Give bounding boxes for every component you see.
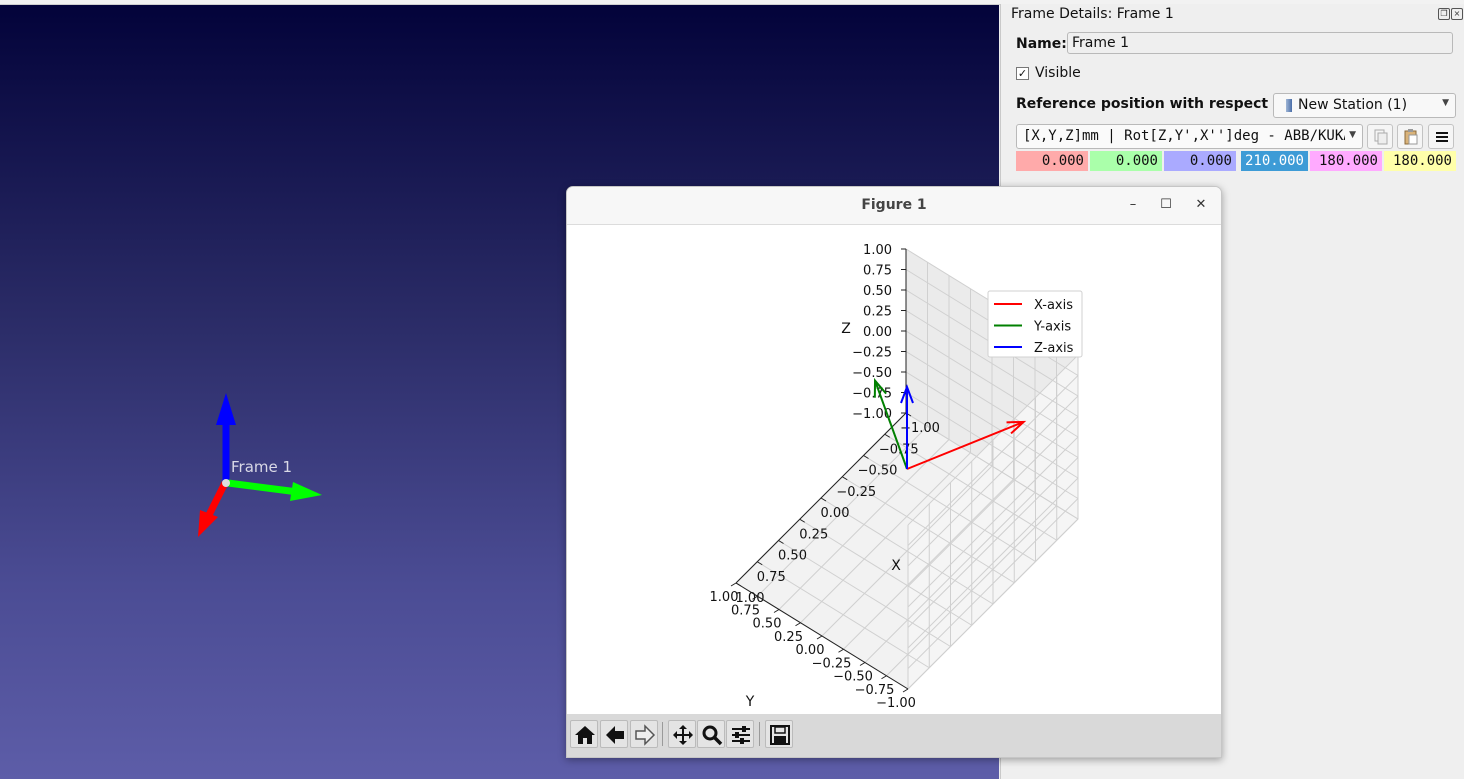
chevron-down-icon: ▼	[1349, 130, 1356, 140]
menu-icon	[1436, 132, 1448, 142]
z-tick-label: 0.00	[863, 325, 892, 340]
legend-label: Z-axis	[1034, 341, 1074, 356]
x-tick-label: −0.50	[858, 464, 898, 479]
save-button[interactable]	[765, 720, 793, 748]
chevron-down-icon: ▼	[1442, 98, 1449, 108]
viewport-y-axis	[227, 479, 299, 496]
figure-titlebar[interactable]: Figure 1 – ☐ ✕	[567, 187, 1221, 225]
y-tick-label: −0.50	[833, 670, 873, 685]
y-axis-label: Y	[745, 694, 755, 710]
x-tick-label: 0.50	[778, 549, 807, 564]
figure-window: Figure 1 – ☐ ✕ −1.00 −0.75 −0.50 −0.25 0.00 0…	[566, 186, 1222, 758]
z-tick-label: −0.25	[852, 346, 892, 361]
reference-label: Reference position with respect to:	[1016, 96, 1295, 112]
figure-toolbar	[567, 714, 1221, 757]
y-tick-label: 1.00	[710, 590, 739, 605]
z-tick-label: −0.75	[852, 387, 892, 402]
forward-button[interactable]	[630, 720, 658, 748]
y-tick-label: 0.75	[731, 603, 760, 618]
y-tick	[859, 662, 866, 666]
pose-rx-value[interactable]: 180.000	[1384, 151, 1456, 171]
panel-title: Frame Details: Frame 1	[1011, 6, 1174, 22]
y-tick-label: −1.00	[876, 696, 916, 711]
y-tick-label: −0.75	[855, 683, 895, 698]
viewport-y-arrowhead	[290, 482, 322, 501]
pose-x-value[interactable]: 0.000	[1016, 151, 1088, 171]
float-panel-icon[interactable]: ❐	[1438, 8, 1450, 20]
configure-subplots-button[interactable]	[726, 720, 754, 748]
y-tick	[795, 622, 801, 627]
y-tick-label: 0.00	[796, 643, 825, 658]
configure-subplots-icon	[732, 726, 750, 744]
pan-button[interactable]	[668, 720, 696, 748]
viewport-origin	[222, 479, 230, 487]
z-tick-label: 0.50	[863, 284, 892, 299]
pose-format-value: [X,Y,Z]mm | Rot[Z,Y',X'']deg - ABB/KUKA	[1023, 128, 1345, 144]
close-window-button[interactable]: ✕	[1191, 195, 1211, 215]
3d-plot[interactable]: −1.00−0.75−0.50−0.250.000.250.500.751.00…	[567, 225, 1221, 714]
z-tick-label: 0.25	[863, 305, 892, 320]
zoom-button[interactable]	[697, 720, 725, 748]
minimize-button[interactable]: –	[1123, 195, 1143, 215]
reference-dropdown[interactable]: New Station (1) ▼	[1273, 93, 1456, 118]
zoom-icon	[702, 725, 723, 746]
z-axis-label: Z	[841, 321, 851, 337]
y-tick	[902, 688, 909, 693]
legend-label: Y-axis	[1033, 320, 1071, 335]
x-axis-label: X	[891, 558, 901, 574]
back-icon	[606, 726, 624, 744]
name-input[interactable]	[1067, 32, 1453, 54]
station-icon	[1286, 99, 1292, 112]
y-tick	[730, 582, 737, 587]
name-label: Name:	[1016, 36, 1067, 52]
y-tick	[881, 675, 887, 680]
home-button[interactable]	[570, 720, 598, 748]
reference-dropdown-value: New Station (1)	[1298, 97, 1408, 113]
pose-y-value[interactable]: 0.000	[1090, 151, 1162, 171]
toolbar-separator	[759, 722, 760, 746]
home-icon	[575, 726, 595, 744]
toolbar-separator	[662, 722, 663, 746]
paste-pose-button[interactable]	[1397, 124, 1423, 149]
viewport-x-axis	[205, 481, 229, 517]
close-panel-icon[interactable]: ×	[1451, 8, 1463, 20]
viewport-x-arrowhead	[198, 510, 218, 537]
pose-z-value[interactable]: 0.000	[1164, 151, 1236, 171]
legend-label: X-axis	[1034, 298, 1073, 313]
x-tick-label: 0.25	[799, 527, 828, 542]
frame-label: Frame 1	[231, 458, 293, 476]
z-tick-label: 0.75	[863, 264, 892, 279]
y-tick	[816, 635, 823, 640]
z-tick-label: −0.50	[852, 366, 892, 381]
y-tick	[773, 609, 780, 613]
x-tick-label: 0.75	[757, 570, 786, 585]
back-button[interactable]	[600, 720, 628, 748]
forward-icon	[635, 724, 656, 746]
y-tick-label: 0.25	[774, 630, 803, 645]
copy-pose-button[interactable]	[1367, 124, 1393, 149]
visible-checkbox[interactable]: ✓	[1016, 67, 1029, 80]
viewport-z-arrowhead	[216, 393, 236, 425]
z-tick-label: 1.00	[863, 243, 892, 258]
visible-label: Visible	[1035, 65, 1081, 81]
copy-icon	[1374, 129, 1388, 145]
pose-ry-value[interactable]: 180.000	[1310, 151, 1382, 171]
paste-icon	[1404, 129, 1418, 145]
pan-icon	[673, 725, 693, 745]
pose-menu-button[interactable]	[1428, 124, 1454, 149]
y-tick	[838, 648, 844, 653]
maximize-button[interactable]: ☐	[1156, 195, 1176, 215]
pose-format-dropdown[interactable]: [X,Y,Z]mm | Rot[Z,Y',X'']deg - ABB/KUKA …	[1016, 124, 1363, 149]
pose-rz-value[interactable]: 210.000	[1241, 151, 1308, 171]
save-icon	[770, 725, 790, 745]
y-tick-label: 0.50	[753, 617, 782, 632]
y-tick-label: −0.25	[812, 656, 852, 671]
x-tick-label: 0.00	[821, 506, 850, 521]
x-tick-label: −0.25	[836, 485, 876, 500]
